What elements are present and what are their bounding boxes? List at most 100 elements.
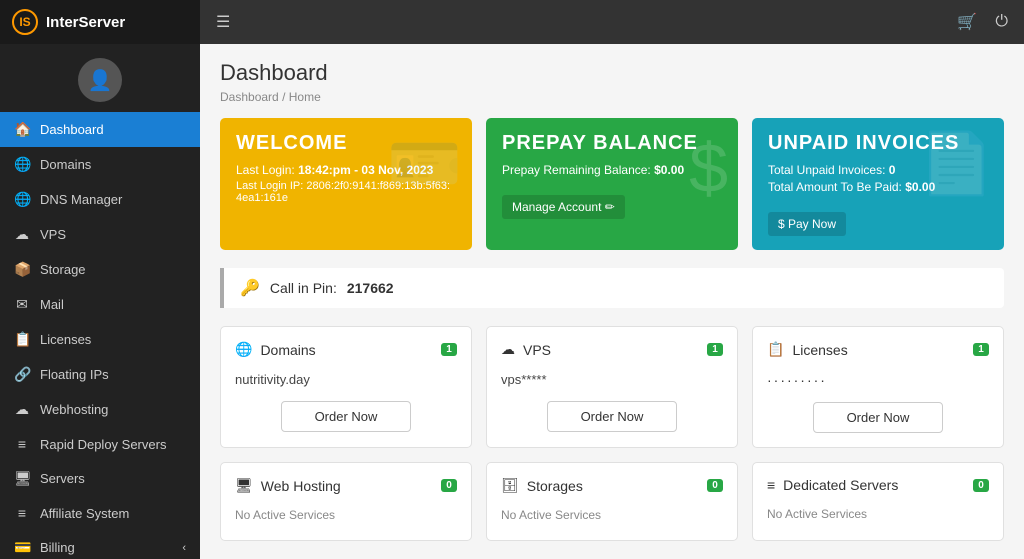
sidebar-label-vps: VPS (40, 227, 66, 242)
callin-bar: 🔑 Call in Pin: 217662 (220, 268, 1004, 308)
page-title: Dashboard (220, 60, 1004, 86)
sidebar-label-domains: Domains (40, 157, 91, 172)
breadcrumb: Dashboard / Home (220, 90, 1004, 104)
service-card-licenses: 📋 Licenses 1 ········· Order Now (752, 326, 1004, 448)
sidebar-label-dashboard: Dashboard (40, 122, 104, 137)
vps-service-icon: ☁ (501, 341, 515, 358)
sidebar-item-dashboard[interactable]: 🏠 Dashboard (0, 112, 200, 147)
dedicated-badge: 0 (973, 479, 989, 492)
service-card-storages: 🗄 Storages 0 No Active Services (486, 462, 738, 541)
storages-badge: 0 (707, 479, 723, 492)
sidebar-label-servers: Servers (40, 471, 85, 486)
licenses-badge: 1 (973, 343, 989, 356)
domains-service-icon: 🌐 (235, 341, 252, 358)
menu-icon[interactable]: ☰ (216, 12, 230, 32)
pay-now-button[interactable]: $ Pay Now (768, 212, 846, 236)
rapid-deploy-icon: ≡ (14, 436, 30, 452)
welcome-card: WELCOME 🪪 Last Login: 18:42:pm - 03 Nov,… (220, 118, 472, 250)
sidebar-item-servers[interactable]: 🖥 Servers (0, 461, 200, 496)
dashboard-icon: 🏠 (14, 121, 30, 138)
licenses-service-icon: 📋 (767, 341, 784, 358)
prepay-bg-icon: $ (689, 128, 728, 208)
service-header-webhosting: 🖥 Web Hosting 0 (235, 477, 457, 494)
sidebar-item-mail[interactable]: ✉ Mail (0, 287, 200, 322)
sidebar-label-affiliate: Affiliate System (40, 506, 129, 521)
topbar: ☰ 🛒 ⏻ (200, 0, 1024, 44)
topbar-right: 🛒 ⏻ (957, 12, 1008, 32)
vps-entry: vps***** (501, 368, 723, 391)
top-cards: WELCOME 🪪 Last Login: 18:42:pm - 03 Nov,… (220, 118, 1004, 250)
breadcrumb-current: Home (289, 90, 321, 104)
logo-icon: IS (12, 9, 38, 35)
webhosting-no-active: No Active Services (235, 504, 457, 526)
domains-icon: 🌐 (14, 156, 30, 173)
service-title-dedicated: ≡ Dedicated Servers (767, 477, 898, 493)
sidebar-item-rapid-deploy[interactable]: ≡ Rapid Deploy Servers (0, 427, 200, 461)
power-icon[interactable]: ⏻ (995, 13, 1008, 31)
service-title-domains: 🌐 Domains (235, 341, 316, 358)
services-grid: 🌐 Domains 1 nutritivity.day Order Now ☁ … (220, 326, 1004, 541)
main-area: ☰ 🛒 ⏻ Dashboard Dashboard / Home WELCOME… (200, 0, 1024, 559)
sidebar-label-storage: Storage (40, 262, 86, 277)
dns-icon: 🌐 (14, 191, 30, 208)
sidebar-item-billing[interactable]: 💳 Billing ‹ (0, 530, 200, 559)
billing-arrow: ‹ (182, 542, 186, 554)
sidebar-item-dns-manager[interactable]: 🌐 DNS Manager (0, 182, 200, 217)
mail-icon: ✉ (14, 296, 30, 313)
domains-order-button[interactable]: Order Now (281, 401, 411, 432)
vps-icon: ☁ (14, 226, 30, 243)
licenses-order-button[interactable]: Order Now (813, 402, 943, 433)
service-header-storages: 🗄 Storages 0 (501, 477, 723, 494)
sidebar-item-licenses[interactable]: 📋 Licenses (0, 322, 200, 357)
avatar: 👤 (78, 58, 122, 102)
licenses-icon: 📋 (14, 331, 30, 348)
breadcrumb-home: Dashboard (220, 90, 279, 104)
vps-order-button[interactable]: Order Now (547, 401, 677, 432)
dedicated-service-icon: ≡ (767, 477, 775, 493)
sidebar: IS InterServer 👤 🏠 Dashboard 🌐 Domains 🌐… (0, 0, 200, 559)
webhosting-badge: 0 (441, 479, 457, 492)
prepay-card: PREPAY BALANCE $ Prepay Remaining Balanc… (486, 118, 738, 250)
sidebar-label-licenses: Licenses (40, 332, 91, 347)
topbar-left: ☰ (216, 12, 230, 32)
servers-icon: 🖥 (14, 470, 30, 487)
manage-account-button[interactable]: Manage Account ✏ (502, 195, 625, 219)
service-title-storages: 🗄 Storages (501, 477, 583, 494)
content: Dashboard Dashboard / Home WELCOME 🪪 Las… (200, 44, 1024, 559)
sidebar-item-vps[interactable]: ☁ VPS (0, 217, 200, 252)
user-avatar-section: 👤 (0, 44, 200, 112)
invoices-bg-icon: 📄 (919, 128, 994, 199)
billing-icon: 💳 (14, 539, 30, 556)
vps-badge: 1 (707, 343, 723, 356)
service-header-licenses: 📋 Licenses 1 (767, 341, 989, 358)
floating-ips-icon: 🔗 (14, 366, 30, 383)
key-icon: 🔑 (240, 278, 260, 298)
service-card-webhosting: 🖥 Web Hosting 0 No Active Services (220, 462, 472, 541)
sidebar-item-domains[interactable]: 🌐 Domains (0, 147, 200, 182)
service-card-domains: 🌐 Domains 1 nutritivity.day Order Now (220, 326, 472, 448)
service-header-vps: ☁ VPS 1 (501, 341, 723, 358)
sidebar-item-affiliate[interactable]: ≡ Affiliate System (0, 496, 200, 530)
sidebar-item-floating-ips[interactable]: 🔗 Floating IPs (0, 357, 200, 392)
logo-text: InterServer (46, 14, 125, 31)
sidebar-logo: IS InterServer (0, 0, 200, 44)
sidebar-label-billing: Billing (40, 540, 75, 555)
domains-entry: nutritivity.day (235, 368, 457, 391)
sidebar-label-webhosting: Webhosting (40, 402, 108, 417)
service-header-domains: 🌐 Domains 1 (235, 341, 457, 358)
storages-service-icon: 🗄 (501, 477, 519, 494)
service-title-webhosting: 🖥 Web Hosting (235, 477, 341, 494)
storage-icon: 📦 (14, 261, 30, 278)
sidebar-item-webhosting[interactable]: ☁ Webhosting (0, 392, 200, 427)
breadcrumb-sep: / (282, 90, 285, 104)
service-card-dedicated-servers: ≡ Dedicated Servers 0 No Active Services (752, 462, 1004, 541)
callin-label: Call in Pin: (270, 280, 337, 296)
affiliate-icon: ≡ (14, 505, 30, 521)
storages-no-active: No Active Services (501, 504, 723, 526)
service-card-vps: ☁ VPS 1 vps***** Order Now (486, 326, 738, 448)
cart-icon[interactable]: 🛒 (957, 12, 977, 32)
sidebar-item-storage[interactable]: 📦 Storage (0, 252, 200, 287)
welcome-bg-icon: 🪪 (387, 128, 462, 199)
sidebar-label-dns: DNS Manager (40, 192, 122, 207)
service-header-dedicated: ≡ Dedicated Servers 0 (767, 477, 989, 493)
